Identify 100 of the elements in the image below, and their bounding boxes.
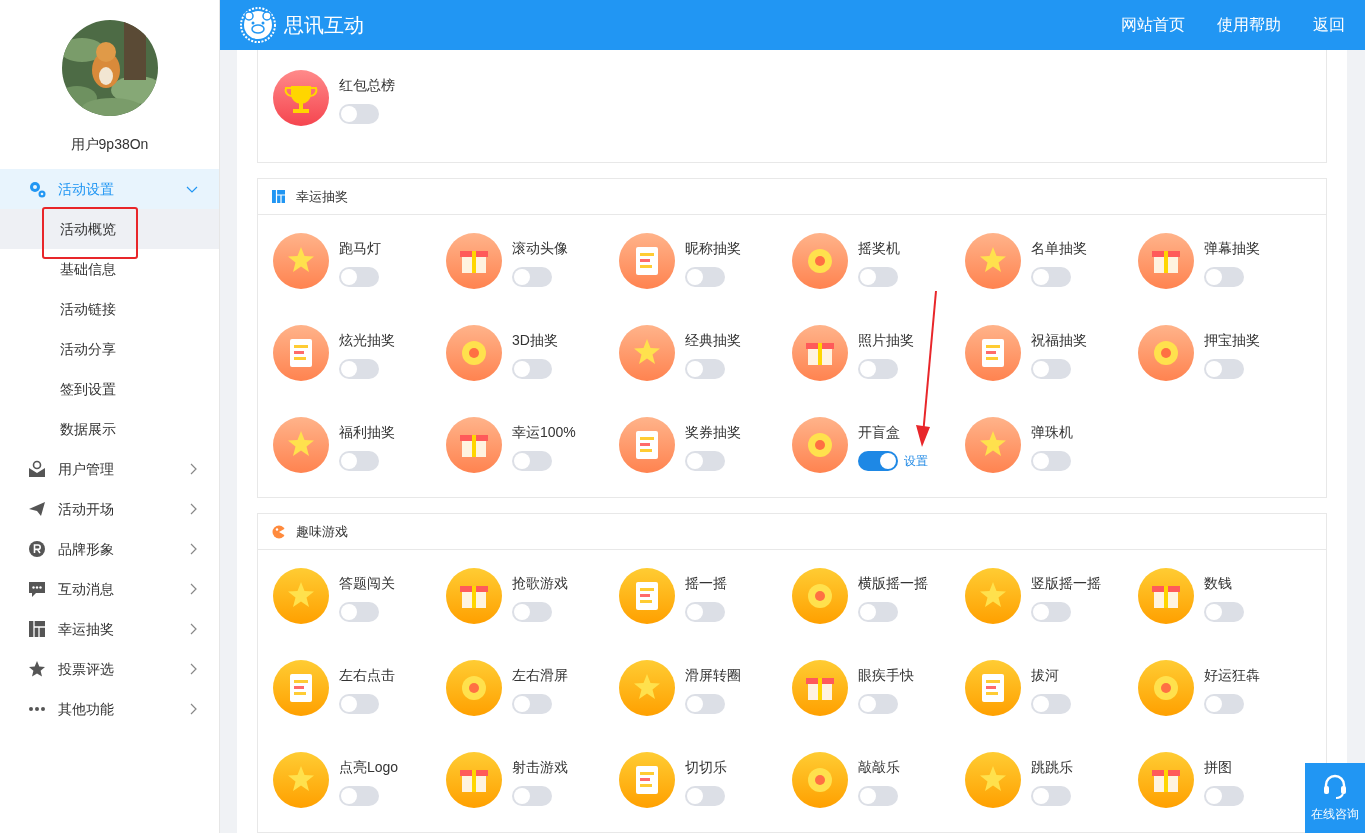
toggle-switch[interactable] — [685, 602, 725, 622]
toggle-switch[interactable] — [858, 451, 898, 471]
toggle-switch[interactable] — [858, 267, 898, 287]
feature-label: 敲敲乐 — [858, 758, 900, 777]
feature-label: 数钱 — [1204, 574, 1233, 593]
toggle-switch[interactable] — [512, 602, 552, 622]
menu-item[interactable]: 互动消息 — [0, 569, 219, 609]
toggle-switch[interactable] — [1204, 359, 1244, 379]
toggle-switch[interactable] — [512, 359, 552, 379]
document-badge-icon — [273, 325, 329, 381]
toggle-switch[interactable] — [858, 694, 898, 714]
feature-label: 射击游戏 — [512, 758, 568, 777]
toggle-switch[interactable] — [685, 786, 725, 806]
toggle-switch[interactable] — [1031, 786, 1071, 806]
feature-label: 滑屏转圈 — [685, 666, 741, 685]
feature-label: 昵称抽奖 — [685, 239, 741, 258]
star-badge-icon — [965, 568, 1021, 624]
toggle-switch[interactable] — [685, 694, 725, 714]
settings-link[interactable]: 设置 — [904, 452, 928, 470]
feature-label: 弹幕抽奖 — [1204, 239, 1260, 258]
feature-label: 竖版摇一摇 — [1031, 574, 1101, 593]
toggle-switch[interactable] — [1204, 267, 1244, 287]
document-badge-icon — [619, 568, 675, 624]
menu-item[interactable]: 投票评选 — [0, 649, 219, 689]
toggle-switch[interactable] — [1204, 602, 1244, 622]
feature-label: 切切乐 — [685, 758, 727, 777]
section-title: 幸运抽奖 — [296, 187, 348, 206]
feature-label: 左右滑屏 — [512, 666, 568, 685]
submenu-item[interactable]: 活动分享 — [0, 329, 219, 369]
toggle-switch[interactable] — [512, 451, 552, 471]
star-icon — [28, 660, 46, 678]
submenu-item[interactable]: 基础信息 — [0, 249, 219, 289]
disc-badge-icon — [792, 568, 848, 624]
feature-label: 红包总榜 — [339, 76, 395, 95]
star-badge-icon — [965, 233, 1021, 289]
feature-label: 福利抽奖 — [339, 423, 395, 442]
submenu-item[interactable]: 活动概览 — [0, 209, 219, 249]
feature-label: 点亮Logo — [339, 758, 399, 777]
feature-label: 弹珠机 — [1031, 423, 1073, 442]
grid-icon — [272, 189, 286, 204]
gift-badge-icon — [446, 233, 502, 289]
bear-logo-icon — [240, 7, 276, 43]
trophy-icon — [273, 70, 329, 126]
toggle-switch[interactable] — [512, 267, 552, 287]
document-badge-icon — [965, 660, 1021, 716]
toggle-switch[interactable] — [1204, 694, 1244, 714]
menu-item[interactable]: 其他功能 — [0, 689, 219, 729]
star-badge-icon — [965, 752, 1021, 808]
toggle-switch[interactable] — [339, 451, 379, 471]
star-badge-icon — [619, 325, 675, 381]
disc-badge-icon — [792, 233, 848, 289]
toggle-switch[interactable] — [685, 359, 725, 379]
headset-icon — [1321, 773, 1349, 801]
feature-label: 炫光抽奖 — [339, 331, 395, 350]
feature-label: 拼图 — [1204, 758, 1233, 777]
menu-item[interactable]: 活动开场 — [0, 489, 219, 529]
toggle-switch[interactable] — [858, 786, 898, 806]
feature-label: 左右点击 — [339, 666, 395, 685]
user-mail-icon — [28, 460, 46, 478]
toggle-switch[interactable] — [339, 267, 379, 287]
menu-item[interactable]: 幸运抽奖 — [0, 609, 219, 649]
menu-item[interactable]: 用户管理 — [0, 449, 219, 489]
toggle-switch[interactable] — [1031, 602, 1071, 622]
toggle-switch[interactable] — [339, 694, 379, 714]
submenu-item[interactable]: 活动链接 — [0, 289, 219, 329]
toggle-switch[interactable] — [858, 602, 898, 622]
toggle-switch[interactable] — [685, 267, 725, 287]
feature-label: 跑马灯 — [339, 239, 381, 258]
document-badge-icon — [619, 233, 675, 289]
submenu-item[interactable]: 签到设置 — [0, 369, 219, 409]
toggle-switch[interactable] — [1031, 694, 1071, 714]
chat-icon — [28, 580, 46, 598]
submenu-item[interactable]: 数据展示 — [0, 409, 219, 449]
toggle-switch[interactable] — [339, 786, 379, 806]
toggle-switch[interactable] — [1204, 786, 1244, 806]
toggle-switch[interactable] — [858, 359, 898, 379]
gift-badge-icon — [792, 660, 848, 716]
toggle-switch[interactable] — [685, 451, 725, 471]
feature-label: 滚动头像 — [512, 239, 568, 258]
toggle-switch[interactable] — [1031, 359, 1071, 379]
toggle-switch[interactable] — [339, 359, 379, 379]
pie-icon — [272, 524, 286, 539]
toggle-switch[interactable] — [339, 602, 379, 622]
feature-label: 开盲盒 — [858, 423, 901, 442]
toggle-switch[interactable] — [1031, 267, 1071, 287]
menu-item[interactable]: 品牌形象 — [0, 529, 219, 569]
toggle-switch[interactable] — [512, 694, 552, 714]
brand-name: 思讯互动 — [284, 13, 364, 38]
star-badge-icon — [273, 233, 329, 289]
feature-label: 押宝抽奖 — [1204, 331, 1260, 350]
user-name: 用户9p38On — [69, 135, 150, 154]
toggle-switch[interactable] — [1031, 451, 1071, 471]
star-badge-icon — [619, 660, 675, 716]
gift-badge-icon — [446, 568, 502, 624]
toggle-switch[interactable] — [512, 786, 552, 806]
feature-label: 拔河 — [1031, 666, 1060, 685]
toggle-switch[interactable] — [339, 104, 379, 124]
feature-label: 幸运100% — [512, 423, 576, 442]
feature-label: 经典抽奖 — [685, 331, 741, 350]
feature-label: 3D抽奖 — [512, 331, 558, 350]
